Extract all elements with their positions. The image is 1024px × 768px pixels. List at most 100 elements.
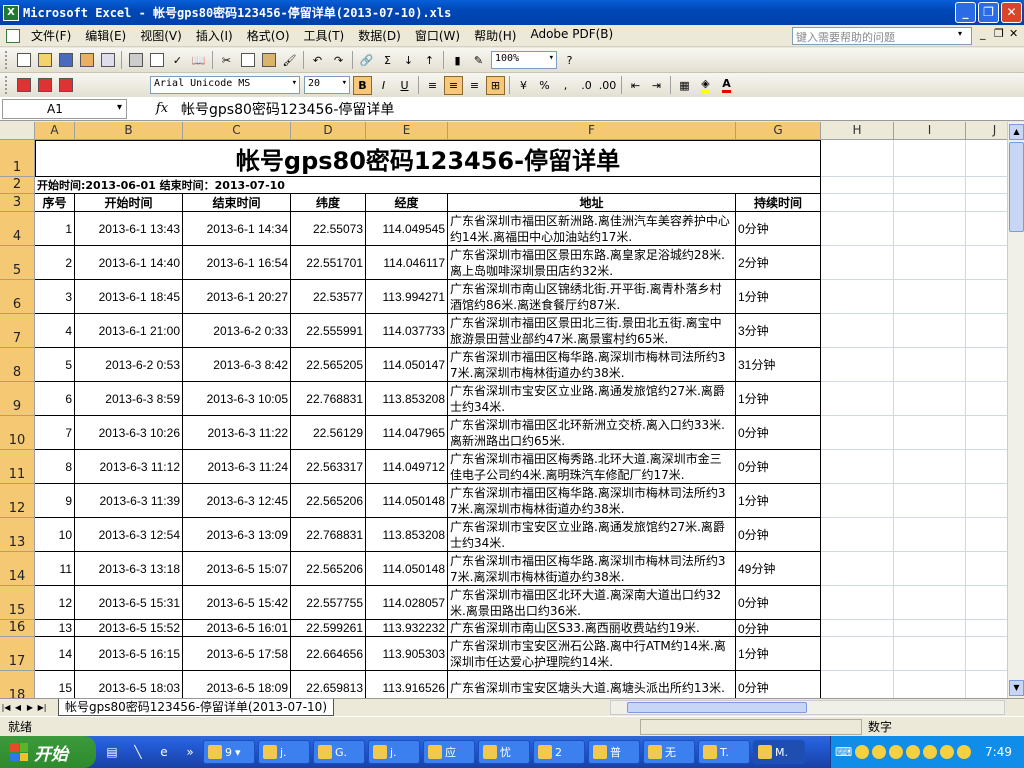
- start-time-cell[interactable]: 2013-6-3 11:12: [75, 450, 183, 484]
- seq-cell[interactable]: 12: [35, 586, 75, 620]
- address-cell[interactable]: 广东省深圳市南山区锦绣北街.开平街.离青朴落乡村酒馆约86米.离迷食餐厅约87米…: [448, 280, 736, 314]
- scroll-down-icon[interactable]: ▼: [1009, 680, 1024, 696]
- pdf-email-icon[interactable]: [35, 76, 54, 95]
- font-color-icon[interactable]: A: [717, 76, 736, 95]
- quicklaunch-word-icon[interactable]: ▤: [102, 742, 122, 762]
- latitude-cell[interactable]: 22.56129: [291, 416, 366, 450]
- empty-cell[interactable]: [821, 484, 894, 518]
- taskbar-button[interactable]: j.: [258, 740, 310, 764]
- seq-cell[interactable]: 2: [35, 246, 75, 280]
- column-title[interactable]: 结束时间: [183, 194, 291, 212]
- column-header[interactable]: I: [894, 122, 966, 140]
- comma-icon[interactable]: ,: [556, 76, 575, 95]
- taskbar-button[interactable]: 2: [533, 740, 585, 764]
- duration-cell[interactable]: 1分钟: [736, 484, 821, 518]
- latitude-cell[interactable]: 22.768831: [291, 382, 366, 416]
- end-time-cell[interactable]: 2013-6-5 18:09: [183, 671, 291, 698]
- duration-cell[interactable]: 1分钟: [736, 280, 821, 314]
- format-painter-icon[interactable]: 🖌: [280, 51, 299, 70]
- end-time-cell[interactable]: 2013-6-3 11:24: [183, 450, 291, 484]
- menu-item[interactable]: 编辑(E): [78, 27, 133, 44]
- start-button[interactable]: 开始: [0, 736, 96, 768]
- column-title[interactable]: 开始时间: [75, 194, 183, 212]
- print-preview-icon[interactable]: [147, 51, 166, 70]
- start-time-cell[interactable]: 2013-6-5 16:15: [75, 637, 183, 671]
- menu-item[interactable]: 窗口(W): [408, 27, 467, 44]
- help-icon[interactable]: ?: [560, 51, 579, 70]
- vertical-scroll-thumb[interactable]: [1009, 142, 1024, 232]
- seq-cell[interactable]: 10: [35, 518, 75, 552]
- sheet-tab[interactable]: 帐号gps80密码123456-停留详单(2013-07-10): [58, 699, 334, 716]
- menu-item[interactable]: 帮助(H): [467, 27, 523, 44]
- empty-cell[interactable]: [894, 518, 966, 552]
- start-time-cell[interactable]: 2013-6-5 15:31: [75, 586, 183, 620]
- end-time-cell[interactable]: 2013-6-3 8:42: [183, 348, 291, 382]
- address-cell[interactable]: 广东省深圳市福田区北环大道.离深南大道出口约32米.离景田路出口约36米.: [448, 586, 736, 620]
- longitude-cell[interactable]: 114.037733: [366, 314, 448, 348]
- start-time-cell[interactable]: 2013-6-1 18:45: [75, 280, 183, 314]
- currency-icon[interactable]: ¥: [514, 76, 533, 95]
- seq-cell[interactable]: 3: [35, 280, 75, 314]
- empty-cell[interactable]: [821, 348, 894, 382]
- date-range[interactable]: 开始时间:2013-06-01 结束时间：2013-07-10: [35, 177, 821, 194]
- latitude-cell[interactable]: 22.768831: [291, 518, 366, 552]
- latitude-cell[interactable]: 22.53577: [291, 280, 366, 314]
- latitude-cell[interactable]: 22.557755: [291, 586, 366, 620]
- pdf-review-icon[interactable]: [56, 76, 75, 95]
- row-header[interactable]: 15: [0, 586, 35, 620]
- seq-cell[interactable]: 15: [35, 671, 75, 698]
- empty-cell[interactable]: [821, 671, 894, 698]
- seq-cell[interactable]: 5: [35, 348, 75, 382]
- address-cell[interactable]: 广东省深圳市福田区景田北三街.景田北五街.离宝中旅游景田营业部约47米.离景蜜村…: [448, 314, 736, 348]
- excel-icon[interactable]: X: [3, 4, 19, 21]
- latitude-cell[interactable]: 22.599261: [291, 620, 366, 637]
- duration-cell[interactable]: 31分钟: [736, 348, 821, 382]
- row-header[interactable]: 10: [0, 416, 35, 450]
- row-header[interactable]: 2: [0, 177, 35, 194]
- empty-cell[interactable]: [894, 450, 966, 484]
- sort-ascending-icon[interactable]: ↓: [399, 51, 418, 70]
- address-cell[interactable]: 广东省深圳市福田区北环新洲立交桥.离入口约33米.离新洲路出口约65米.: [448, 416, 736, 450]
- start-time-cell[interactable]: 2013-6-2 0:53: [75, 348, 183, 382]
- permission-icon[interactable]: [77, 51, 96, 70]
- taskbar-button[interactable]: 无: [643, 740, 695, 764]
- longitude-cell[interactable]: 114.028057: [366, 586, 448, 620]
- hyperlink-icon[interactable]: 🔗: [357, 51, 376, 70]
- longitude-cell[interactable]: 114.050147: [366, 348, 448, 382]
- empty-cell[interactable]: [894, 348, 966, 382]
- column-header[interactable]: B: [75, 122, 183, 140]
- quicklaunch-ie-icon[interactable]: e: [154, 742, 174, 762]
- doc-minimize-button[interactable]: _: [980, 27, 986, 40]
- zoom-select[interactable]: 100%: [491, 51, 557, 69]
- empty-cell[interactable]: [821, 620, 894, 637]
- address-cell[interactable]: 广东省深圳市福田区梅秀路.北环大道.离深圳市金三佳电子公司约4米.离明珠汽车修配…: [448, 450, 736, 484]
- row-header[interactable]: 13: [0, 518, 35, 552]
- horizontal-scrollbar[interactable]: [610, 700, 1005, 715]
- empty-cell[interactable]: [821, 382, 894, 416]
- latitude-cell[interactable]: 22.565206: [291, 552, 366, 586]
- empty-cell[interactable]: [821, 416, 894, 450]
- longitude-cell[interactable]: 113.853208: [366, 518, 448, 552]
- save-icon[interactable]: [56, 51, 75, 70]
- taskbar-button[interactable]: M.: [753, 740, 805, 764]
- empty-cell[interactable]: [821, 212, 894, 246]
- qq-icon[interactable]: [889, 745, 904, 759]
- tray-app-icon[interactable]: [855, 745, 870, 759]
- column-header[interactable]: D: [291, 122, 366, 140]
- end-time-cell[interactable]: 2013-6-3 11:22: [183, 416, 291, 450]
- row-header[interactable]: 8: [0, 348, 35, 382]
- start-time-cell[interactable]: 2013-6-5 15:52: [75, 620, 183, 637]
- minimize-button[interactable]: _: [955, 2, 976, 23]
- empty-cell[interactable]: [894, 671, 966, 698]
- duration-cell[interactable]: 0分钟: [736, 518, 821, 552]
- start-time-cell[interactable]: 2013-6-5 18:03: [75, 671, 183, 698]
- empty-cell[interactable]: [821, 637, 894, 671]
- taskbar-folder-group[interactable]: 9 ▾: [203, 740, 255, 764]
- taskbar-button[interactable]: G.: [313, 740, 365, 764]
- qq-icon[interactable]: [906, 745, 921, 759]
- undo-icon[interactable]: ↶: [308, 51, 327, 70]
- redo-icon[interactable]: ↷: [329, 51, 348, 70]
- worksheet-grid[interactable]: ABCDEFGHIJ 1 2 3 帐号gps80密码123456-停留详单 开始时间:2…: [0, 122, 1024, 698]
- increase-decimal-icon[interactable]: .0: [577, 76, 596, 95]
- row-header[interactable]: 7: [0, 314, 35, 348]
